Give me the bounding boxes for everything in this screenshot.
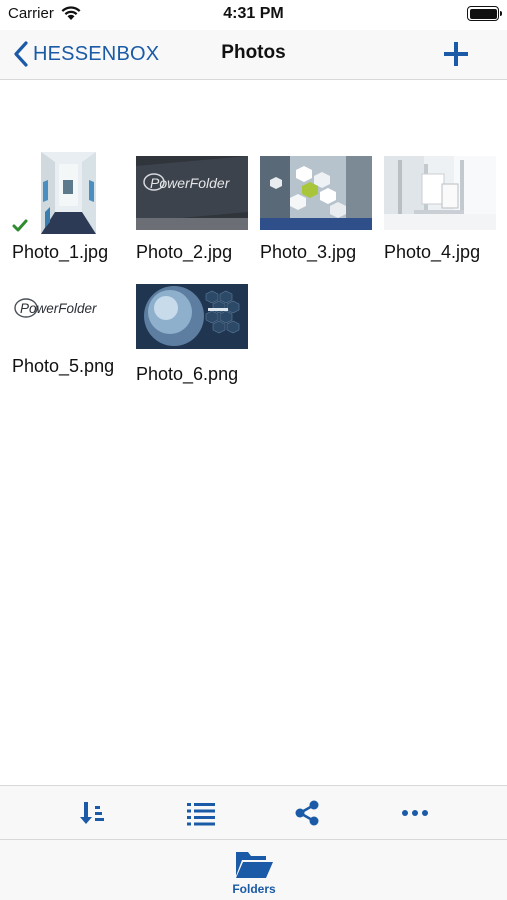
- file-name: Photo_3.jpg: [260, 242, 357, 262]
- file-name: Photo_2.jpg: [136, 242, 233, 262]
- photo-2-thumbnail: PowerFolder: [136, 156, 248, 230]
- more-icon: [402, 810, 428, 816]
- photo-5-logo-text: PowerFolder: [20, 301, 97, 316]
- back-button[interactable]: HESSENBOX: [12, 38, 159, 70]
- file-tile-photo-6[interactable]: Photo_6.png: [136, 280, 256, 395]
- file-tile-photo-1[interactable]: Photo_1.jpg: [12, 152, 132, 267]
- photo-1-thumbnail: [41, 152, 96, 234]
- tab-folders[interactable]: Folders: [214, 848, 294, 900]
- navigation-bar: HESSENBOX Photos: [0, 30, 507, 80]
- photo-4-thumbnail: [384, 156, 496, 230]
- sort-icon: [80, 802, 104, 824]
- file-tile-photo-4[interactable]: Photo_4.jpg: [384, 152, 504, 267]
- chevron-left-icon: [14, 41, 28, 67]
- status-bar: Carrier 4:31 PM: [0, 0, 507, 30]
- folder-open-icon: [236, 852, 273, 878]
- plus-icon[interactable]: [441, 39, 471, 69]
- list-view-icon: [187, 803, 215, 826]
- photo-3-thumbnail: [260, 156, 372, 230]
- photo-6-thumbnail: [136, 284, 248, 349]
- share-icon: [295, 800, 319, 826]
- synced-check-icon: [12, 219, 28, 232]
- file-tile-photo-2[interactable]: PowerFolder Photo_2.jpg: [136, 152, 256, 267]
- bottom-toolbar: [0, 785, 507, 840]
- file-grid: Photo_1.jpg PowerFolder Photo_2.jpg Phot…: [0, 80, 507, 785]
- share-button[interactable]: [292, 798, 322, 828]
- more-button[interactable]: [400, 798, 430, 828]
- file-name: Photo_1.jpg: [12, 242, 109, 262]
- battery-icon: [467, 6, 502, 21]
- list-view-button[interactable]: [186, 798, 216, 828]
- file-tile-photo-3[interactable]: Photo_3.jpg: [260, 152, 380, 267]
- file-name: Photo_4.jpg: [384, 242, 481, 262]
- photo-2-logo-text: PowerFolder: [150, 175, 231, 191]
- sort-button[interactable]: [78, 798, 108, 828]
- file-name: Photo_6.png: [136, 364, 239, 384]
- file-tile-photo-5[interactable]: PowerFolder Photo_5.png: [12, 280, 132, 390]
- status-time: 4:31 PM: [223, 5, 284, 22]
- back-button-label: HESSENBOX: [33, 42, 160, 65]
- tab-folders-label: Folders: [232, 882, 276, 896]
- file-name: Photo_5.png: [12, 356, 115, 376]
- photo-5-thumbnail: PowerFolder: [12, 292, 126, 324]
- tab-bar: Folders: [0, 840, 507, 900]
